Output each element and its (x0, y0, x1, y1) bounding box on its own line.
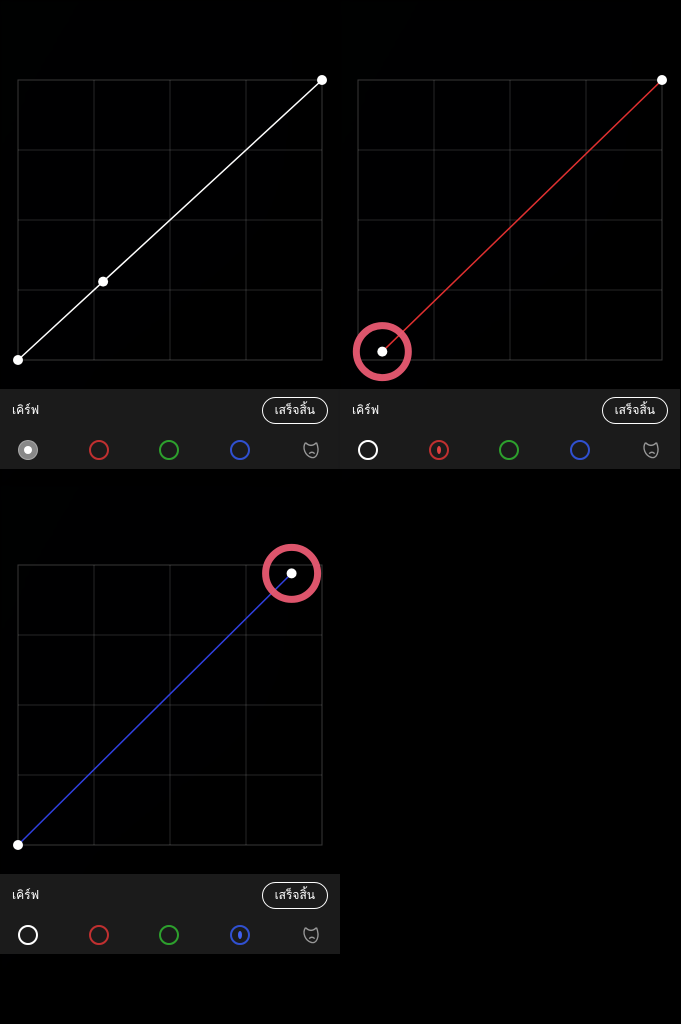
tone-curve-line[interactable] (18, 573, 292, 845)
channel-red-button[interactable] (89, 925, 109, 945)
reset-curve-icon[interactable] (300, 924, 322, 946)
channel-blue-button[interactable] (570, 440, 590, 460)
channel-red-button[interactable] (429, 440, 449, 460)
channel-red-button[interactable] (89, 440, 109, 460)
channel-blue-button[interactable] (230, 440, 250, 460)
curve-section-label: เคิร์ฟ (12, 401, 39, 420)
curve-control-point[interactable] (13, 355, 23, 365)
channel-lum-button[interactable] (358, 440, 378, 460)
curve-control-point[interactable] (317, 75, 327, 85)
curve-toolbar: เคิร์ฟ เสร็จสิ้น (340, 389, 680, 469)
channel-lum-button[interactable] (18, 925, 38, 945)
curve-graph[interactable] (18, 565, 322, 845)
channel-lum-button[interactable] (18, 440, 38, 460)
channel-green-button[interactable] (159, 440, 179, 460)
curve-control-point[interactable] (287, 568, 297, 578)
done-button[interactable]: เสร็จสิ้น (262, 882, 328, 909)
done-button[interactable]: เสร็จสิ้น (262, 397, 328, 424)
tone-curve-line[interactable] (382, 80, 662, 352)
curve-control-point[interactable] (13, 840, 23, 850)
curve-graph[interactable] (18, 80, 322, 360)
channel-green-button[interactable] (499, 440, 519, 460)
curve-panel-blue: เคิร์ฟ เสร็จสิ้น (0, 485, 340, 970)
reset-curve-icon[interactable] (300, 439, 322, 461)
curve-section-label: เคิร์ฟ (12, 886, 39, 905)
curve-control-point[interactable] (98, 277, 108, 287)
curve-section-label: เคิร์ฟ (352, 401, 379, 420)
reset-curve-icon[interactable] (640, 439, 662, 461)
curve-grid (18, 565, 322, 845)
curve-toolbar: เคิร์ฟ เสร็จสิ้น (0, 874, 340, 954)
curve-panel-red: เคิร์ฟ เสร็จสิ้น (340, 0, 680, 485)
curve-graph[interactable] (358, 80, 662, 360)
curve-control-point[interactable] (377, 347, 387, 357)
curve-control-point[interactable] (657, 75, 667, 85)
done-button[interactable]: เสร็จสิ้น (602, 397, 668, 424)
curve-panel-lum: เคิร์ฟ เสร็จสิ้น (0, 0, 340, 485)
channel-blue-button[interactable] (230, 925, 250, 945)
channel-green-button[interactable] (159, 925, 179, 945)
curve-toolbar: เคิร์ฟ เสร็จสิ้น (0, 389, 340, 469)
curve-grid (358, 80, 662, 360)
